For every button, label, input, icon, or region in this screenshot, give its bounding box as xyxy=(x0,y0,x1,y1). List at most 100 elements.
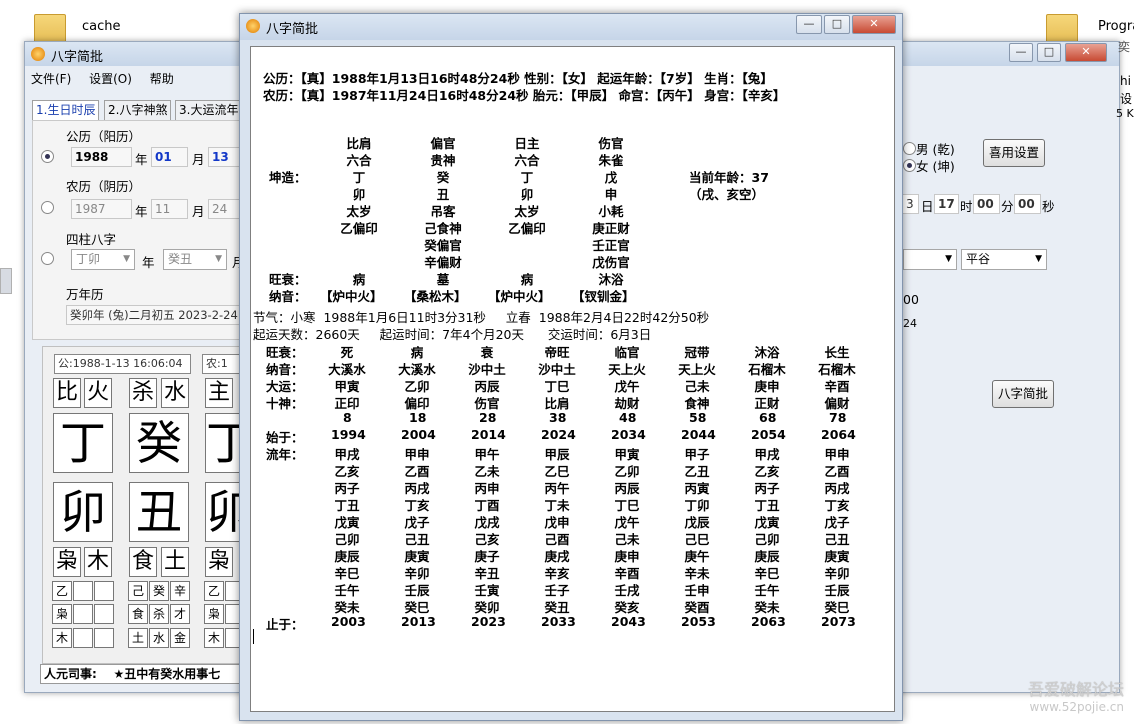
liunian-label: 流年： xyxy=(266,447,304,462)
time-partial-field[interactable]: 3 xyxy=(902,194,919,214)
qiyun-line: 起运天数：2660天 起运时间：7年4个月20天 交运时间：6月3日 xyxy=(253,327,652,342)
watermark-title: 吾爱破解论坛 xyxy=(1027,680,1124,699)
hidden-god-box xyxy=(73,604,93,624)
lunar-month-field[interactable]: 11 xyxy=(151,199,188,219)
wannianli-label: 万年历 xyxy=(66,287,104,302)
dayun-start-year: 1994 xyxy=(331,427,366,442)
god-box: 土 xyxy=(161,547,189,577)
chevron-down-icon[interactable]: ▼ xyxy=(1035,250,1042,269)
close-icon[interactable]: ✕ xyxy=(1065,43,1107,62)
branch-box: 卯 xyxy=(205,482,241,542)
god-box: 水 xyxy=(161,378,189,408)
hidden-stem-box: 己 xyxy=(128,581,148,601)
chevron-down-icon[interactable]: ▼ xyxy=(945,250,952,269)
tab-birth-time[interactable]: 1.生日时辰 xyxy=(32,100,100,121)
pillar-year-value: 丁卯 xyxy=(76,252,101,266)
stem-box: 丁 xyxy=(53,413,113,473)
side-partial-text: hi xyxy=(1120,74,1131,88)
hidden-god-box: 食 xyxy=(128,604,148,624)
hidden-element-box: 木 xyxy=(204,628,224,648)
front-window: 八字简批 — □ ✕ 公历：【真】1988年1月13日16时48分24秒 性别：… xyxy=(239,13,903,721)
bazi-button[interactable]: 八字简批 xyxy=(992,380,1054,408)
solar-year-field[interactable]: 1988 xyxy=(71,147,132,167)
lunar-day-field[interactable]: 24 xyxy=(208,199,241,219)
info-solar: 公:1988-1-13 16:06:04 xyxy=(54,354,191,374)
hidden-element-box: 木 xyxy=(52,628,72,648)
dayun-age: 78 xyxy=(829,410,847,425)
tab-shensha[interactable]: 2.八字神煞 xyxy=(104,100,172,121)
chevron-down-icon[interactable]: ▼ xyxy=(215,250,222,269)
watermark-url: www.52pojie.cn xyxy=(1029,700,1124,714)
hidden-stem-box xyxy=(94,581,114,601)
female-radio[interactable] xyxy=(903,159,916,172)
dayun-end-year: 2013 xyxy=(401,614,436,629)
kongwang: （戌、亥空） xyxy=(689,187,765,202)
day-field[interactable]: 17 xyxy=(934,194,959,214)
partial-value-2: 24 xyxy=(903,317,917,330)
pillar-year-select[interactable]: 丁卯 ▼ xyxy=(71,249,135,270)
renyuan-status: 人元司事: ★丑中有癸水用事七 xyxy=(40,664,245,684)
minute-unit-label: 分 xyxy=(1001,199,1014,214)
dayun-start-year: 2054 xyxy=(751,427,786,442)
pillar-year-unit: 年 xyxy=(142,255,155,270)
common-settings-button[interactable]: 喜用设置 xyxy=(983,139,1045,167)
tab-dayun[interactable]: 3.大运流年 xyxy=(175,100,245,121)
lunar-label: 农历（阴历） xyxy=(66,179,142,194)
hidden-stem-box xyxy=(73,581,93,601)
minimize-icon[interactable]: — xyxy=(796,15,822,34)
pillar-month-value: 癸丑 xyxy=(168,252,193,266)
report-page: 公历：【真】1988年1月13日16时48分24秒 性别：【女】 起运年龄：【7… xyxy=(250,46,895,712)
hidden-element-box: 土 xyxy=(128,628,148,648)
hour-unit-label: 时 xyxy=(960,199,973,214)
desktop-label-program[interactable]: Progra xyxy=(1098,19,1134,34)
dayun-age: 58 xyxy=(689,410,707,425)
chart-nayin: 【钗钏金】 xyxy=(572,289,635,304)
lunar-year-unit: 年 xyxy=(135,204,148,219)
dayun-start-year: 2034 xyxy=(611,427,646,442)
front-window-titlebar[interactable]: 八字简批 — □ ✕ xyxy=(240,14,902,40)
menu-file[interactable]: 文件(F) xyxy=(31,72,71,86)
close-icon[interactable]: ✕ xyxy=(852,15,896,34)
desktop-label-cache[interactable]: cache xyxy=(82,19,121,34)
partial-value-1: 00 xyxy=(903,292,919,307)
god-box: 火 xyxy=(84,378,112,408)
menubar: 文件(F) 设置(O) 帮助 xyxy=(31,70,188,90)
dayun-age: 68 xyxy=(759,410,777,425)
solar-month-field[interactable]: 01 xyxy=(151,147,188,167)
city-select[interactable]: 平谷 ▼ xyxy=(961,249,1047,270)
hidden-stem-box: 乙 xyxy=(52,581,72,601)
label-kunzao: 坤造： xyxy=(269,170,307,185)
god-box: 木 xyxy=(84,547,112,577)
year-unit-label: 年 xyxy=(135,152,148,167)
minute-field[interactable]: 00 xyxy=(1014,194,1041,214)
second-unit-label: 秒 xyxy=(1042,199,1055,214)
solar-radio[interactable] xyxy=(41,150,54,163)
dayun-end-year: 2053 xyxy=(681,614,716,629)
pillar-month-select[interactable]: 癸丑 ▼ xyxy=(163,249,227,270)
solar-day-field[interactable]: 13 xyxy=(208,147,241,167)
hidden-element-box xyxy=(73,628,93,648)
hidden-stem-box: 辛 xyxy=(170,581,190,601)
hidden-stem-box: 乙 xyxy=(204,581,224,601)
lunar-year-field[interactable]: 1987 xyxy=(71,199,132,219)
minimize-icon[interactable]: — xyxy=(1009,43,1033,62)
god-box: 枭 xyxy=(53,547,81,577)
god-box: 比 xyxy=(53,378,81,408)
dayun-row-label: 十神： xyxy=(266,396,304,411)
lunar-radio[interactable] xyxy=(41,201,54,214)
chevron-down-icon[interactable]: ▼ xyxy=(123,250,130,269)
hidden-god-box: 杀 xyxy=(149,604,169,624)
dayun-age: 48 xyxy=(619,410,637,425)
god-box: 枭 xyxy=(205,547,233,577)
maximize-icon[interactable]: □ xyxy=(824,15,850,34)
wannianli-field[interactable]: 癸卯年 (兔)二月初五 2023-2-24 xyxy=(66,305,241,325)
menu-help[interactable]: 帮助 xyxy=(150,72,174,86)
chart-nayin: 【桑松木】 xyxy=(404,289,467,304)
pillars-radio[interactable] xyxy=(41,252,54,265)
region-select[interactable]: ▼ xyxy=(903,249,957,270)
male-radio[interactable] xyxy=(903,142,916,155)
maximize-icon[interactable]: □ xyxy=(1037,43,1061,62)
dayun-start-year: 2024 xyxy=(541,427,576,442)
hour-field[interactable]: 00 xyxy=(973,194,1000,214)
menu-settings[interactable]: 设置(O) xyxy=(89,72,132,86)
